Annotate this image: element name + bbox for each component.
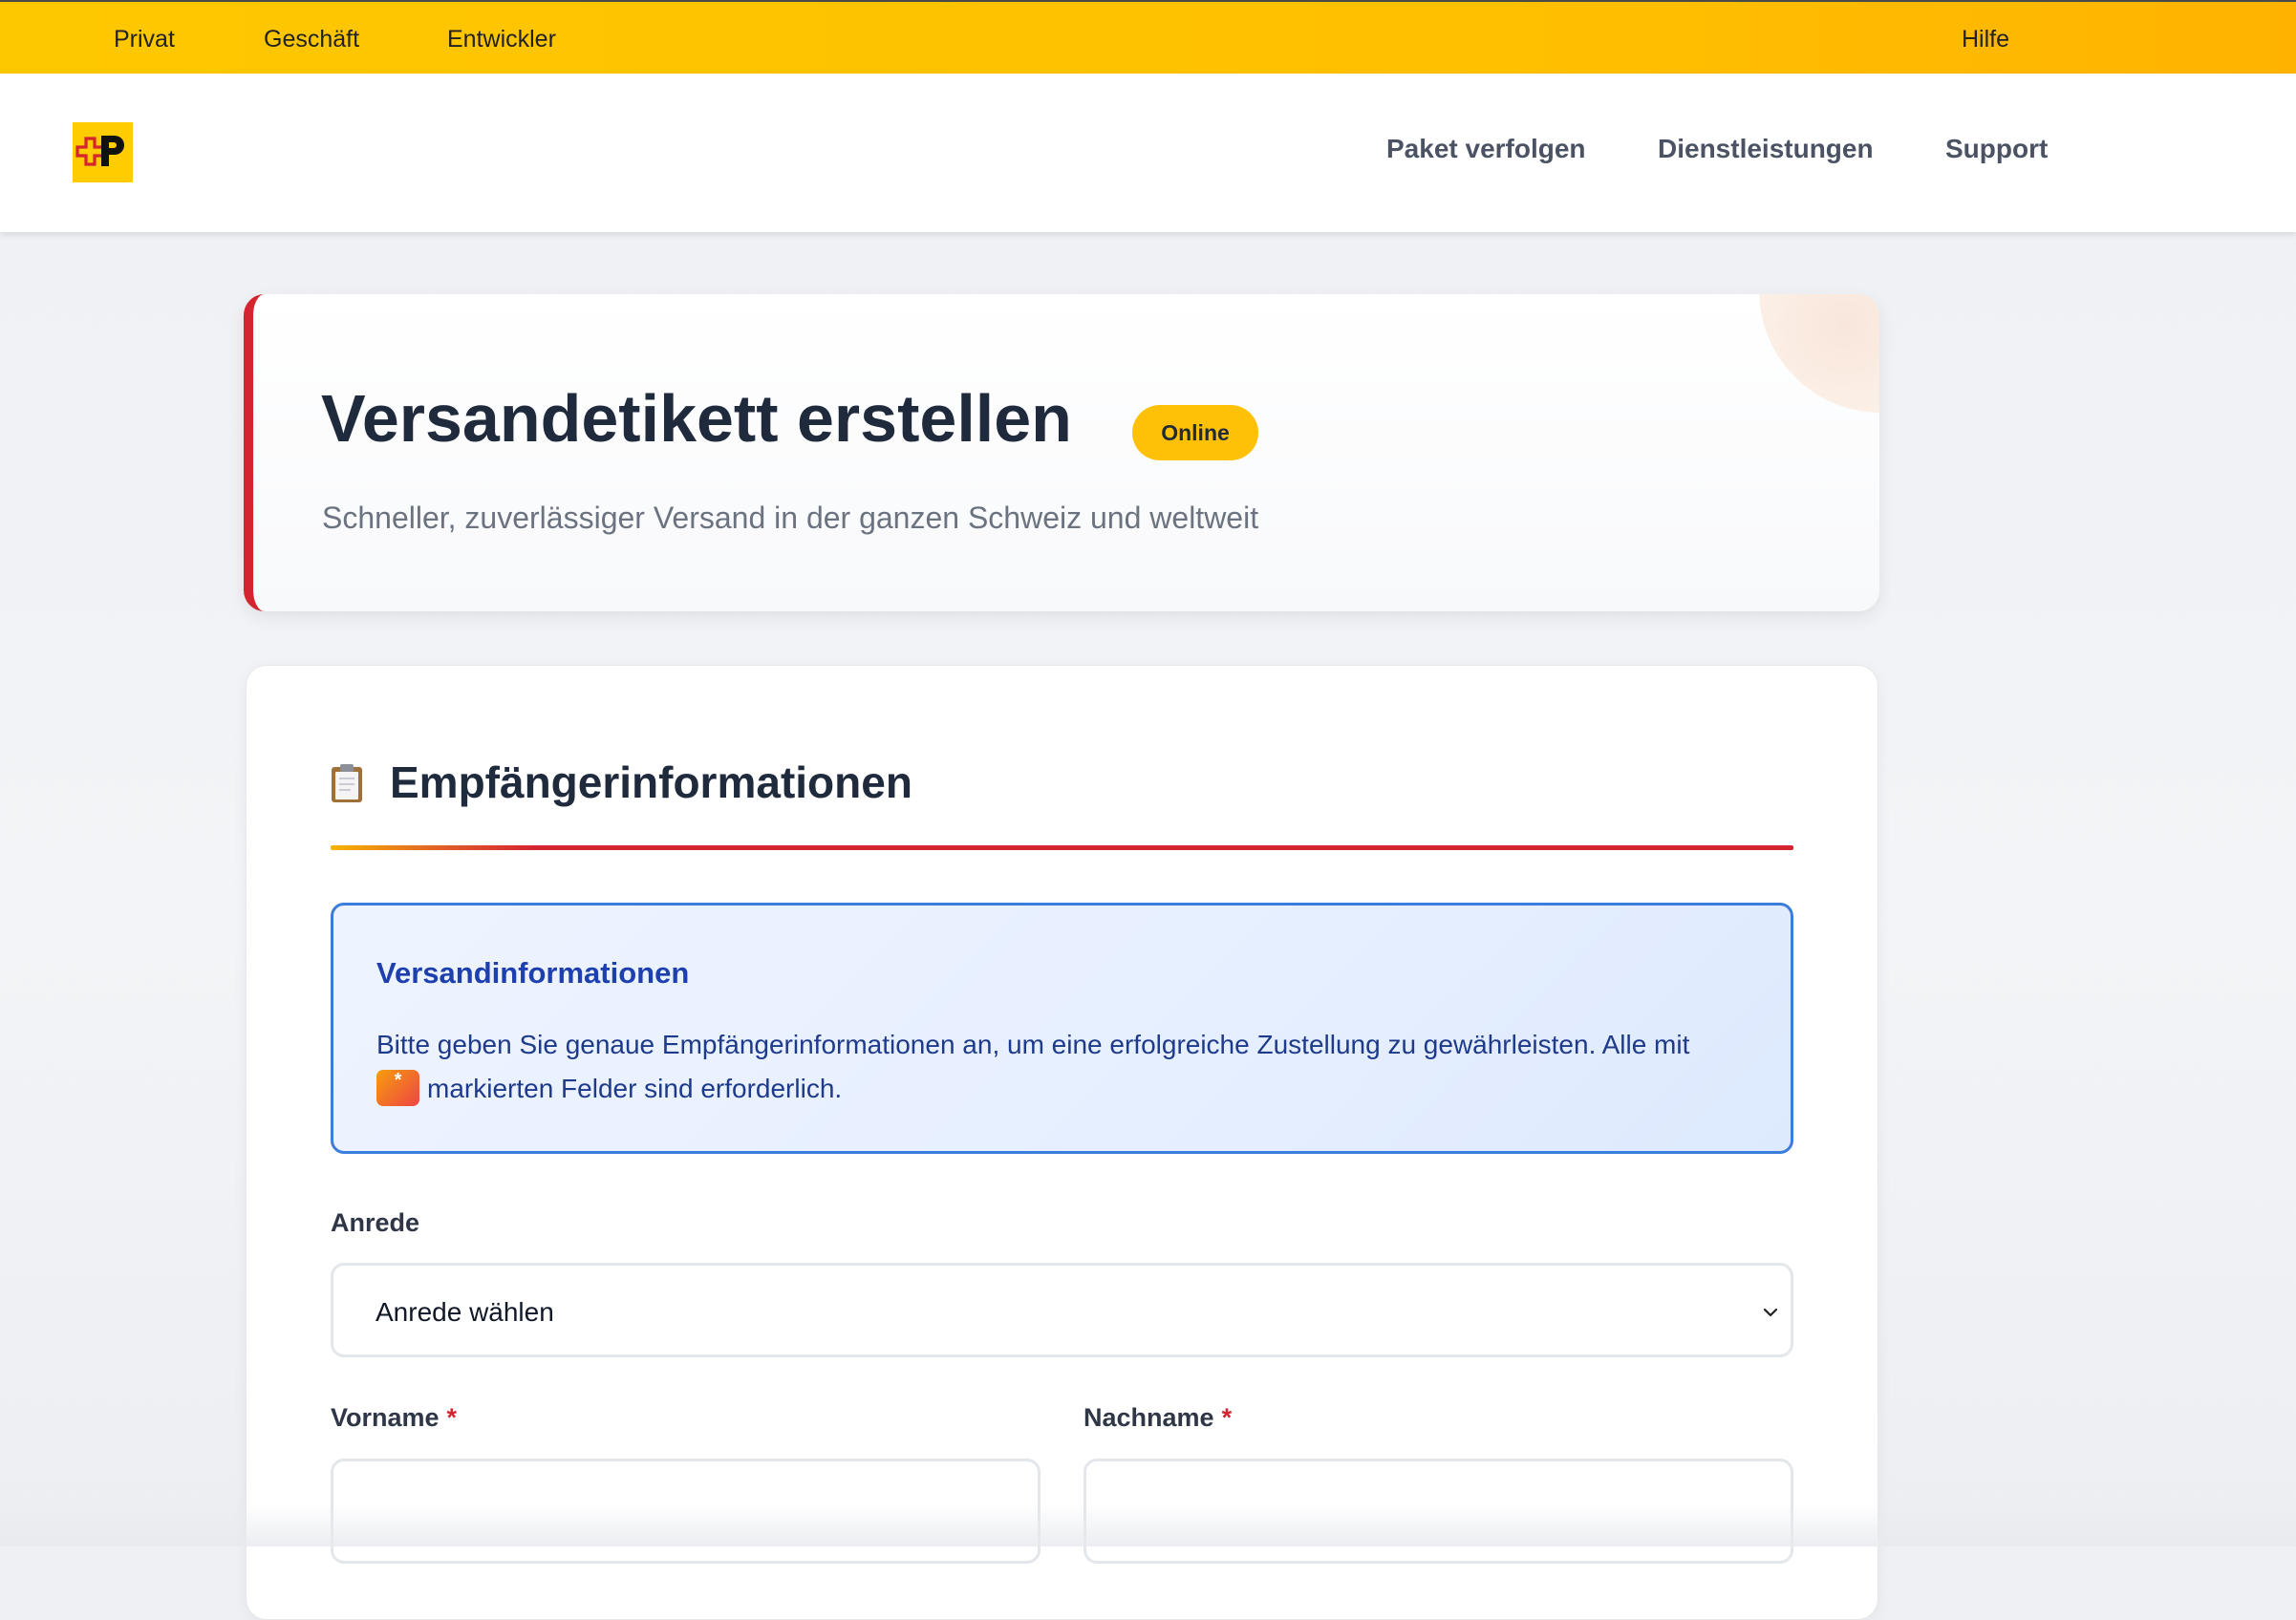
swiss-cross-logo-icon	[75, 136, 124, 166]
salutation-label: Anrede	[331, 1206, 419, 1239]
nav-dienstleistungen[interactable]: Dienstleistungen	[1658, 133, 1874, 165]
lastname-label-text: Nachname	[1084, 1403, 1214, 1432]
firstname-label: Vorname *	[331, 1401, 457, 1434]
topbar-link-geschaeft[interactable]: Geschäft	[264, 25, 359, 53]
recipient-form-card: Empfängerinformationen Versandinformatio…	[246, 665, 1878, 1620]
info-text-part1: Bitte geben Sie genaue Empfängerinformat…	[376, 1030, 1690, 1059]
salutation-label-text: Anrede	[331, 1208, 420, 1237]
info-text-part2: markierten Felder sind erforderlich.	[427, 1074, 843, 1103]
required-marker-chip: *	[376, 1069, 419, 1106]
section-divider	[331, 845, 1793, 850]
required-star: *	[1221, 1403, 1233, 1432]
section-title: Empfängerinformationen	[390, 757, 912, 807]
lastname-label: Nachname *	[1084, 1401, 1232, 1434]
required-star: *	[446, 1403, 458, 1432]
page-title: Versandetikett erstellen	[321, 381, 1072, 456]
nav-support[interactable]: Support	[1945, 133, 2048, 165]
firstname-input[interactable]	[331, 1459, 1041, 1564]
nav-paket-verfolgen[interactable]: Paket verfolgen	[1386, 133, 1586, 165]
utility-bar: Privat Geschäft Entwickler Hilfe	[0, 0, 2296, 74]
topbar-link-hilfe[interactable]: Hilfe	[1962, 25, 2009, 53]
post-logo[interactable]	[73, 122, 133, 182]
chevron-down-icon	[1763, 1308, 1778, 1317]
topbar-link-privat[interactable]: Privat	[114, 25, 175, 53]
hero-card: Versandetikett erstellen Online Schnelle…	[244, 294, 1879, 611]
info-title: Versandinformationen	[376, 956, 690, 990]
main-header: Paket verfolgen Dienstleistungen Support	[0, 74, 2296, 232]
hero-decoration	[1759, 294, 1879, 413]
salutation-select[interactable]: Anrede wählen	[331, 1263, 1793, 1357]
topbar-link-entwickler[interactable]: Entwickler	[447, 25, 556, 53]
page-subtitle: Schneller, zuverlässiger Versand in der …	[322, 501, 1259, 535]
salutation-select-value: Anrede wählen	[376, 1297, 554, 1327]
status-badge: Online	[1132, 405, 1258, 460]
lastname-input[interactable]	[1084, 1459, 1793, 1564]
info-text: Bitte geben Sie genaue Empfängerinformat…	[376, 1023, 1752, 1111]
info-box: Versandinformationen Bitte geben Sie gen…	[331, 903, 1793, 1154]
clipboard-icon	[332, 764, 362, 802]
firstname-label-text: Vorname	[331, 1403, 440, 1432]
